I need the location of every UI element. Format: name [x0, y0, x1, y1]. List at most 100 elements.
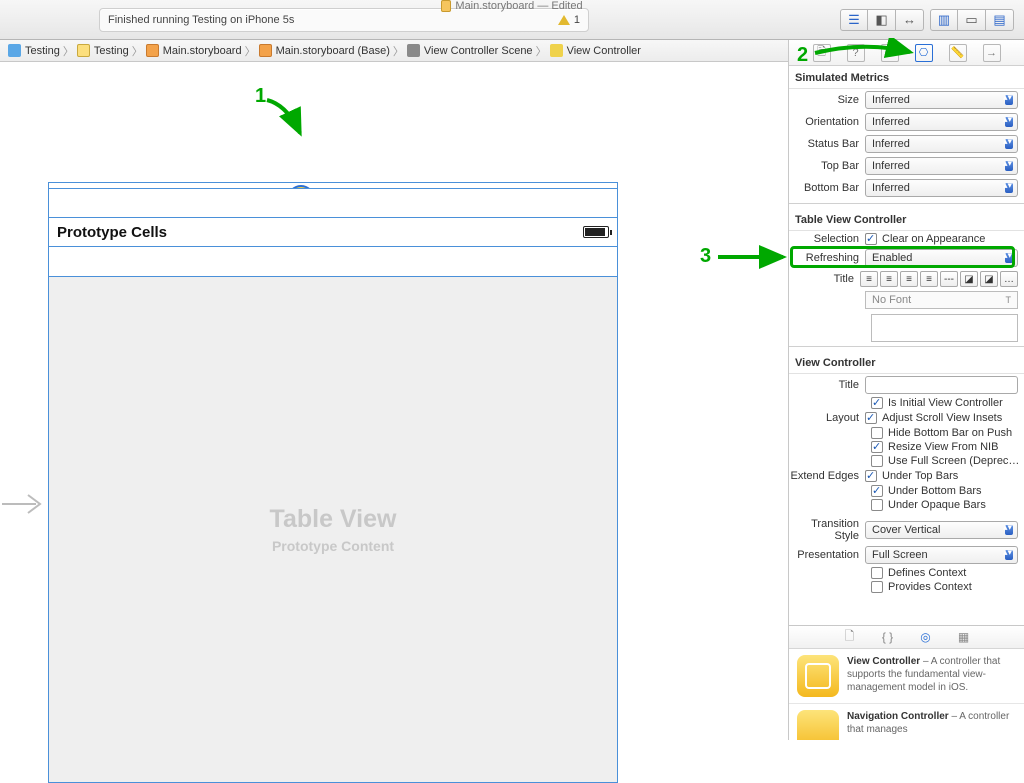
hide-bottom-bar-text: Hide Bottom Bar on Push — [888, 427, 1012, 439]
adjust-insets-text: Adjust Scroll View Insets — [882, 412, 1002, 424]
crumb-controller[interactable]: View Controller — [567, 45, 641, 57]
inspector: 🗎 ? ▭ ⎔ 📏 → Simulated Metrics SizeInferr… — [788, 40, 1024, 740]
align-right-button[interactable]: ≡ — [900, 271, 918, 287]
presentation-select[interactable]: Full Screen▴▾ — [865, 546, 1018, 564]
prototype-cell[interactable] — [49, 247, 617, 277]
battery-icon — [583, 226, 609, 238]
view-controller-swatch-icon — [797, 655, 839, 697]
object-library-tab[interactable]: ◎ — [918, 629, 934, 645]
activity-status: Finished running Testing on iPhone 5s 1 — [99, 8, 589, 32]
orientation-select[interactable]: Inferred▴▾ — [865, 113, 1018, 131]
table-view-body[interactable]: Table View Prototype Content — [49, 277, 617, 782]
library-tabs[interactable]: 🗋 { } ◎ ▦ — [789, 625, 1024, 649]
size-select[interactable]: Inferred▴▾ — [865, 91, 1018, 109]
prototype-cells-header: Prototype Cells — [49, 217, 617, 247]
bottombar-label: Bottom Bar — [789, 182, 865, 194]
hide-bottom-bar-checkbox[interactable] — [871, 427, 883, 439]
dash-button[interactable]: --- — [940, 271, 958, 287]
orientation-label: Orientation — [789, 116, 865, 128]
folder-icon — [77, 44, 90, 57]
lib-vc-title: View Controller — [847, 656, 920, 667]
table-view-subtitle: Prototype Content — [272, 538, 394, 554]
style-a-button[interactable]: ◪ — [960, 271, 978, 287]
bottombar-select[interactable]: Inferred▴▾ — [865, 179, 1018, 197]
under-top-text: Under Top Bars — [882, 470, 958, 482]
storyboard-icon — [146, 44, 159, 57]
prototype-cells-label: Prototype Cells — [57, 224, 167, 241]
vc-title-label: Title — [789, 379, 865, 391]
presentation-label: Presentation — [789, 549, 865, 561]
crumb-project[interactable]: Testing — [25, 45, 60, 57]
standard-editor-button[interactable]: ☰ — [840, 9, 868, 31]
project-icon — [8, 44, 21, 57]
statusbar-label: Status Bar — [789, 138, 865, 150]
annotation-2: 2 — [797, 44, 808, 67]
toggle-navigator-button[interactable]: ▥ — [930, 9, 958, 31]
canvas[interactable]: ◎ ◉ ▣ Prototype Cells Table View Prototy… — [0, 62, 788, 740]
align-justify-button[interactable]: ≡ — [920, 271, 938, 287]
lib-nc-title: Navigation Controller — [847, 711, 949, 722]
defines-context-checkbox[interactable] — [871, 567, 883, 579]
highlight-refreshing-row — [790, 246, 1015, 268]
warning-count[interactable]: 1 — [574, 14, 580, 26]
table-view-title: Table View — [270, 505, 397, 534]
under-opaque-text: Under Opaque Bars — [888, 499, 986, 511]
under-bottom-checkbox[interactable] — [871, 485, 883, 497]
object-library: 🗋 { } ◎ ▦ View Controller – A controller… — [789, 625, 1024, 740]
simulated-metrics-header: Simulated Metrics — [789, 66, 1024, 89]
title-textarea[interactable] — [871, 314, 1018, 342]
style-b-button[interactable]: ◪ — [980, 271, 998, 287]
style-more-button[interactable]: … — [1000, 271, 1018, 287]
topbar-label: Top Bar — [789, 160, 865, 172]
clear-on-appearance-checkbox[interactable] — [865, 233, 877, 245]
under-opaque-checkbox[interactable] — [871, 499, 883, 511]
crumb-base[interactable]: Main.storyboard (Base) — [276, 45, 390, 57]
library-item-navigation-controller[interactable]: Navigation Controller – A controller tha… — [789, 704, 1024, 740]
size-label: Size — [789, 94, 865, 106]
provides-context-checkbox[interactable] — [871, 581, 883, 593]
align-center-button[interactable]: ≡ — [880, 271, 898, 287]
statusbar-select[interactable]: Inferred▴▾ — [865, 135, 1018, 153]
align-left-button[interactable]: ≡ — [860, 271, 878, 287]
device-frame[interactable]: Prototype Cells Table View Prototype Con… — [48, 188, 618, 783]
annotation-3: 3 — [700, 245, 711, 268]
warning-icon[interactable] — [558, 15, 570, 25]
selection-label: Selection — [789, 233, 865, 245]
storyboard-base-icon — [259, 44, 272, 57]
fullscreen-checkbox[interactable] — [871, 455, 883, 467]
under-top-checkbox[interactable] — [865, 470, 877, 482]
vc-title-input[interactable] — [865, 376, 1018, 394]
crumb-file[interactable]: Main.storyboard — [163, 45, 242, 57]
scene-icon — [407, 44, 420, 57]
media-library-tab[interactable]: ▦ — [956, 629, 972, 645]
resize-nib-text: Resize View From NIB — [888, 441, 998, 453]
crumb-folder[interactable]: Testing — [94, 45, 129, 57]
connections-inspector-tab[interactable]: → — [983, 44, 1001, 62]
assistant-editor-button[interactable]: ◧ — [868, 9, 896, 31]
defines-context-text: Defines Context — [888, 567, 966, 579]
size-inspector-tab[interactable]: 📏 — [949, 44, 967, 62]
annotation-1: 1 — [255, 85, 266, 108]
layout-label: Layout — [789, 412, 865, 424]
transition-select[interactable]: Cover Vertical▴▾ — [865, 521, 1018, 539]
initial-arrow-icon — [2, 492, 46, 519]
fullscreen-text: Use Full Screen (Deprec… — [888, 455, 1019, 467]
crumb-scene[interactable]: View Controller Scene — [424, 45, 533, 57]
resize-nib-checkbox[interactable] — [871, 441, 883, 453]
top-toolbar: Finished running Testing on iPhone 5s 1 … — [0, 0, 1024, 40]
code-snippets-tab[interactable]: { } — [880, 629, 896, 645]
font-box[interactable]: No FontT — [865, 291, 1018, 309]
vc-header: View Controller — [789, 351, 1024, 374]
topbar-select[interactable]: Inferred▴▾ — [865, 157, 1018, 175]
initial-vc-checkbox[interactable] — [871, 397, 883, 409]
tvc-title-label: Title — [789, 273, 860, 285]
provides-context-text: Provides Context — [888, 581, 972, 593]
version-editor-button[interactable]: ↔ — [896, 9, 924, 31]
extend-edges-label: Extend Edges — [789, 470, 865, 482]
file-templates-tab[interactable]: 🗋 — [842, 629, 858, 645]
library-item-view-controller[interactable]: View Controller – A controller that supp… — [789, 649, 1024, 704]
adjust-insets-checkbox[interactable] — [865, 412, 877, 424]
toggle-debug-button[interactable]: ▭ — [958, 9, 986, 31]
toggle-utilities-button[interactable]: ▤ — [986, 9, 1014, 31]
transition-label: Transition Style — [789, 518, 865, 542]
